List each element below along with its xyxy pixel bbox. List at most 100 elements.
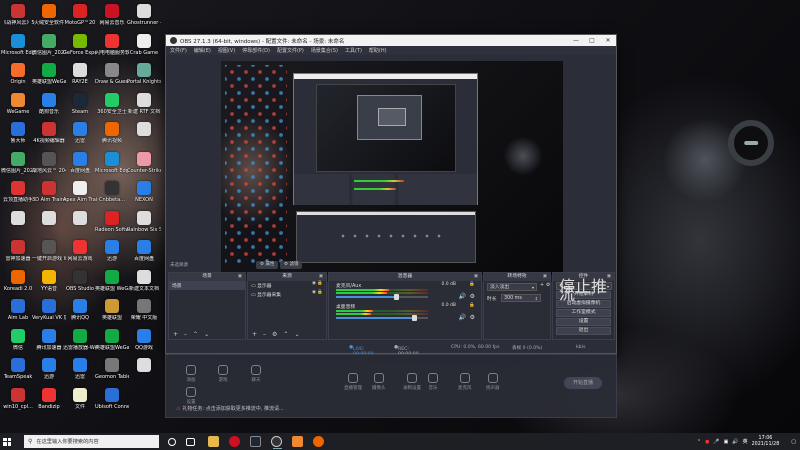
add-transition-icon[interactable]: + <box>540 283 544 288</box>
desktop-icon[interactable]: 360安全卫士 <box>96 92 128 115</box>
visibility-lock-icons[interactable]: ◉ 🔒 <box>312 281 323 286</box>
tray-overflow-icon[interactable]: ⌃ <box>697 439 701 445</box>
desktop-icon[interactable]: YY语音 <box>33 269 65 292</box>
desktop-icon[interactable]: 百度网盘 <box>128 240 160 262</box>
desktop-icon[interactable]: NEXON <box>128 181 160 203</box>
desktop-icon[interactable]: 战地风云™ 2042 <box>32 151 66 174</box>
remove-icon[interactable]: – <box>263 331 266 338</box>
move-down-icon[interactable]: ⌄ <box>294 331 299 338</box>
tray-app-icon[interactable]: ● <box>705 439 709 445</box>
gear-icon[interactable]: ⚙ <box>470 293 475 300</box>
network-icon[interactable]: ▣ <box>724 439 729 445</box>
move-down-icon[interactable]: ⌄ <box>204 331 209 338</box>
settings-button[interactable]: 设置 <box>186 387 196 405</box>
desktop-icon[interactable]: 英雄联盟 WeGame版 <box>95 269 129 292</box>
desktop-icon[interactable]: 3D Aim Trainer <box>32 181 66 203</box>
desktop-icon[interactable]: 新建文本文档 <box>128 269 160 292</box>
desktop-icon[interactable]: 微信图片_2021100... <box>32 33 66 56</box>
desktop-icon[interactable]: Steam <box>64 92 96 115</box>
transition-select[interactable]: 淡入淡出 ▾ <box>487 283 537 291</box>
obs-titlebar[interactable]: OBS 27.1.3 (64-bit, windows) - 配置文件: 未命名… <box>166 35 616 46</box>
move-up-icon[interactable]: ⌃ <box>193 331 198 338</box>
speaker-button[interactable]: 扬声器 <box>486 373 500 391</box>
desktop-icon[interactable]: Origin <box>2 63 34 85</box>
source-item[interactable]: ▭ 显示器采集 ◉ 🔒 <box>248 290 326 299</box>
dock-float-icon[interactable]: ▣ <box>319 273 323 281</box>
desktop-icon[interactable]: Geomon Tablet <box>95 358 129 380</box>
start-button[interactable] <box>0 433 14 450</box>
desktop-icon[interactable] <box>128 122 160 138</box>
desktop-icon[interactable]: Microsoft Edge <box>95 151 129 174</box>
add-icon[interactable]: + <box>252 331 257 338</box>
volume-slider-knob[interactable] <box>393 294 399 300</box>
menu-help[interactable]: 帮助(H) <box>369 47 387 54</box>
menu-profile[interactable]: 配置文件(P) <box>277 47 304 54</box>
desktop-icon[interactable]: 鲁大师 <box>2 122 34 144</box>
input-language[interactable]: 英 <box>743 438 748 445</box>
desktop-icon[interactable]: Microsoft Edge <box>1 33 35 56</box>
maximize-button[interactable]: □ <box>584 37 600 44</box>
exit-button[interactable]: 退出 <box>556 327 611 335</box>
desktop-icon[interactable]: 酷狗音乐 <box>33 92 65 115</box>
visibility-lock-icons[interactable]: ◉ 🔒 <box>312 290 323 295</box>
desktop-icon[interactable] <box>64 210 96 227</box>
desktop-icon[interactable]: RAY2E <box>64 63 96 85</box>
add-icon[interactable]: + <box>173 331 178 338</box>
gear-icon[interactable]: ⚙ <box>470 314 475 321</box>
microphone-icon[interactable]: 🎤 <box>713 439 719 445</box>
settings-button[interactable]: 设置 <box>556 318 611 326</box>
desktop-icon[interactable]: Cnbbeta... <box>96 181 128 203</box>
taskbar-clock[interactable]: 17:06 2021/11/28 <box>752 436 780 447</box>
desktop-icon[interactable] <box>2 210 34 227</box>
desktop-icon[interactable]: 雷神加速器 <box>2 240 34 262</box>
channel-lock-icon[interactable]: 🔒 <box>469 282 475 287</box>
browser-taskbar-icon[interactable] <box>313 436 324 447</box>
stream-manage-button[interactable]: 直播管理 <box>344 373 362 391</box>
desktop-icon[interactable]: OBS Studio <box>64 269 96 292</box>
properties-button[interactable]: ⚙ 属性 <box>256 261 279 269</box>
desktop-icon[interactable]: 文件 <box>64 387 96 410</box>
start-live-button[interactable]: 开始直播 <box>564 377 602 389</box>
menu-view[interactable]: 视图(V) <box>218 47 235 54</box>
steam-taskbar-icon[interactable] <box>250 436 261 447</box>
desktop-icon[interactable]: MotoGP™20 <box>64 4 96 26</box>
filters-button[interactable]: ⚙ 滤镜 <box>280 261 303 269</box>
chat-button[interactable]: 聊天 <box>251 365 261 383</box>
desktop-icon[interactable]: Crab Game <box>128 33 160 56</box>
desktop-icon[interactable]: Ubisoft Connect <box>95 387 129 410</box>
dock-float-icon[interactable]: ▣ <box>238 273 242 281</box>
volume-icon[interactable]: 🔊 <box>732 439 738 445</box>
cortana-icon[interactable] <box>168 438 176 446</box>
menu-tools[interactable]: 工具(T) <box>345 47 362 54</box>
duration-input[interactable]: 300 ms ↕ <box>501 294 541 302</box>
desktop-icon[interactable]: 闪电电脑服务软件 <box>95 33 129 56</box>
obs-taskbar-icon[interactable] <box>271 436 282 449</box>
desktop-icon[interactable]: 迅雷 <box>64 122 96 144</box>
desktop-icon[interactable]: Bandizip <box>33 387 65 410</box>
preview-canvas[interactable] <box>221 61 563 282</box>
desktop-icon[interactable]: WeGame <box>2 92 34 115</box>
file-explorer-icon[interactable] <box>208 436 219 447</box>
desktop-icon[interactable]: 荣耀 中文版 <box>128 299 160 321</box>
desktop-icon[interactable]: Rainbow Six Siege <box>127 210 161 233</box>
dock-float-icon[interactable]: ▣ <box>474 273 478 281</box>
close-button[interactable]: ✕ <box>600 37 616 44</box>
menu-docks[interactable]: 停靠部件(D) <box>242 47 270 54</box>
stop-stream-button[interactable]: 停止推流 ▾ <box>556 279 612 302</box>
add-button[interactable]: 添加 <box>186 365 196 383</box>
music-button[interactable]: 音乐 <box>428 373 438 391</box>
record-settings-button[interactable]: 录制设置 <box>403 373 421 391</box>
desktop-icon[interactable]: 英雄联盟WeGame平台 <box>32 63 66 85</box>
desktop-icon[interactable]: Ghostrunner - 幽灵行者 <box>127 4 161 26</box>
desktop-icon[interactable]: 微信图片_2021001... <box>1 151 35 174</box>
game-button[interactable]: 游戏 <box>218 365 228 383</box>
desktop-icon[interactable]: 微信 <box>2 328 34 351</box>
desktop-icon[interactable]: Draw & Guess <box>95 63 129 85</box>
desktop-icon[interactable]: 英雄联盟 <box>96 299 128 321</box>
app-taskbar-icon[interactable] <box>292 436 303 447</box>
studio-mode-button[interactable]: 工作室模式 <box>556 309 611 317</box>
taskbar-search-input[interactable]: ⚲ 在这里输入你要搜索的内容 <box>24 435 159 448</box>
desktop-icon[interactable]: Portal Knights <box>127 63 161 85</box>
desktop-icon[interactable]: Aim Lab <box>2 299 34 321</box>
desktop-icon[interactable]: 网易云游戏 <box>64 240 96 262</box>
